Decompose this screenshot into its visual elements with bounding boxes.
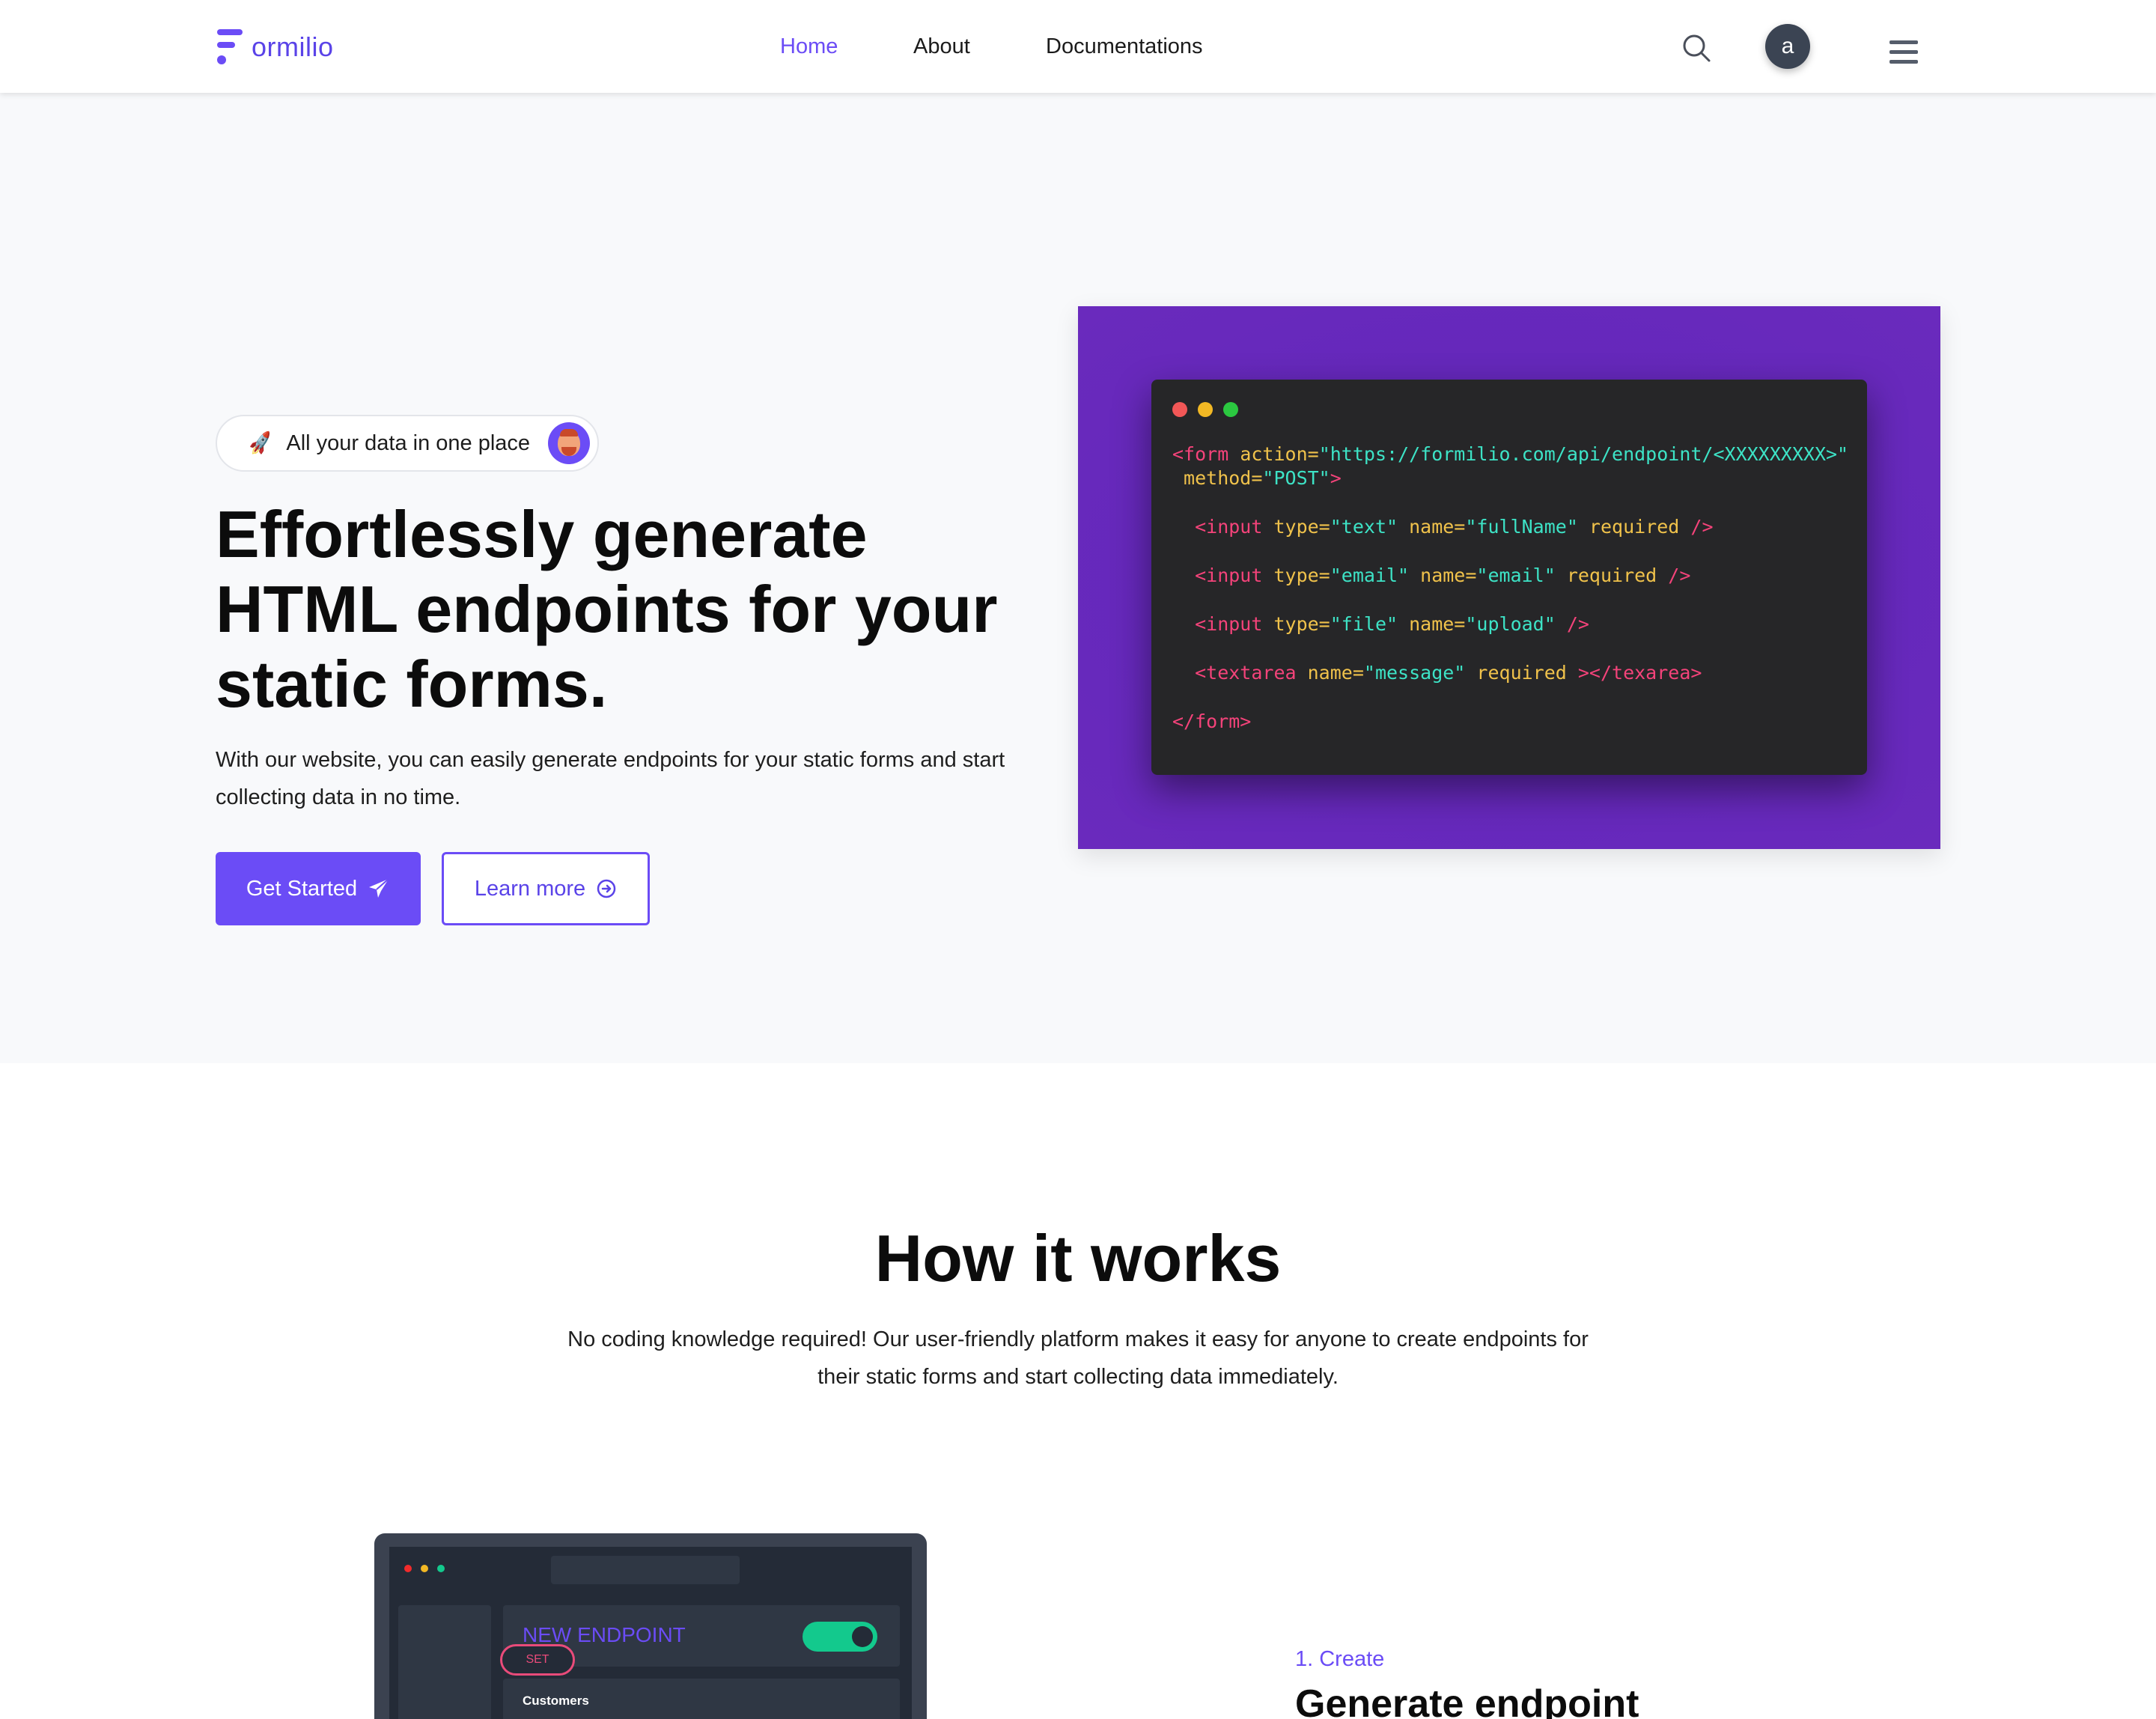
- paper-plane-icon: [369, 878, 389, 898]
- badge-text: All your data in one place: [286, 430, 531, 455]
- learn-more-label: Learn more: [474, 876, 586, 901]
- brand-logo[interactable]: ormilio: [216, 28, 334, 66]
- code-line: method="POST">: [1172, 467, 1342, 489]
- mockup-row-label: Customers: [523, 1694, 589, 1708]
- step-title: Generate endpoint: [1295, 1682, 1639, 1719]
- code-line: <input type="file" name="upload" />: [1172, 613, 1589, 635]
- arrow-circle-right-icon: [597, 879, 616, 898]
- mockup-address-bar: [551, 1556, 740, 1584]
- code-editor-window: <form action="https://formilio.com/api/e…: [1151, 380, 1867, 775]
- minimize-dot-icon: [1198, 402, 1213, 417]
- code-line: </form>: [1172, 711, 1252, 732]
- how-it-works-subtitle: No coding knowledge required! Our user-f…: [567, 1327, 1589, 1389]
- memoji-avatar-icon: [548, 422, 590, 464]
- top-navbar: ormilio Home About Documentations a: [0, 0, 2156, 93]
- code-line: <form action="https://formilio.com/api/e…: [1172, 443, 1849, 465]
- nav-link-about[interactable]: About: [913, 34, 970, 59]
- logo-mark-icon: [216, 29, 243, 65]
- hamburger-menu-icon[interactable]: [1889, 40, 1918, 64]
- mockup-window-controls: [404, 1565, 445, 1572]
- mockup-sidebar: [398, 1605, 491, 1719]
- close-dot-icon: [1172, 402, 1187, 417]
- step-number: 1. Create: [1295, 1647, 1385, 1671]
- get-started-button[interactable]: Get Started: [216, 852, 421, 925]
- learn-more-button[interactable]: Learn more: [442, 852, 650, 925]
- get-started-label: Get Started: [246, 876, 358, 901]
- mockup-set-pill: SET: [500, 1644, 575, 1676]
- code-preview-panel: <form action="https://formilio.com/api/e…: [1078, 306, 1940, 849]
- code-line: <textarea name="message" required ></tex…: [1172, 662, 1702, 684]
- nav-link-home[interactable]: Home: [780, 34, 838, 59]
- rocket-icon: 🚀: [246, 429, 275, 457]
- brand-name: ormilio: [252, 31, 334, 62]
- user-avatar-button[interactable]: a: [1765, 24, 1810, 69]
- how-it-works-title: How it works: [874, 1221, 1282, 1295]
- code-line: <input type="email" name="email" require…: [1172, 565, 1691, 586]
- window-controls: [1172, 402, 1846, 417]
- nav-link-documentations[interactable]: Documentations: [1046, 34, 1203, 59]
- maximize-dot-icon: [1223, 402, 1238, 417]
- toggle-switch-icon: [803, 1622, 877, 1652]
- hero-subtitle: With our website, you can easily generat…: [216, 748, 1005, 809]
- endpoint-mockup-illustration: NEW ENDPOINT Customers: [374, 1533, 927, 1719]
- code-line: <input type="text" name="fullName" requi…: [1172, 516, 1714, 538]
- hero-title: Effortlessly generate HTML endpoints for…: [216, 497, 998, 721]
- hero-badge: 🚀 All your data in one place: [216, 415, 599, 472]
- mockup-customers-row: Customers: [503, 1679, 900, 1719]
- mockup-screen: NEW ENDPOINT Customers: [389, 1547, 912, 1719]
- search-icon[interactable]: [1681, 33, 1711, 63]
